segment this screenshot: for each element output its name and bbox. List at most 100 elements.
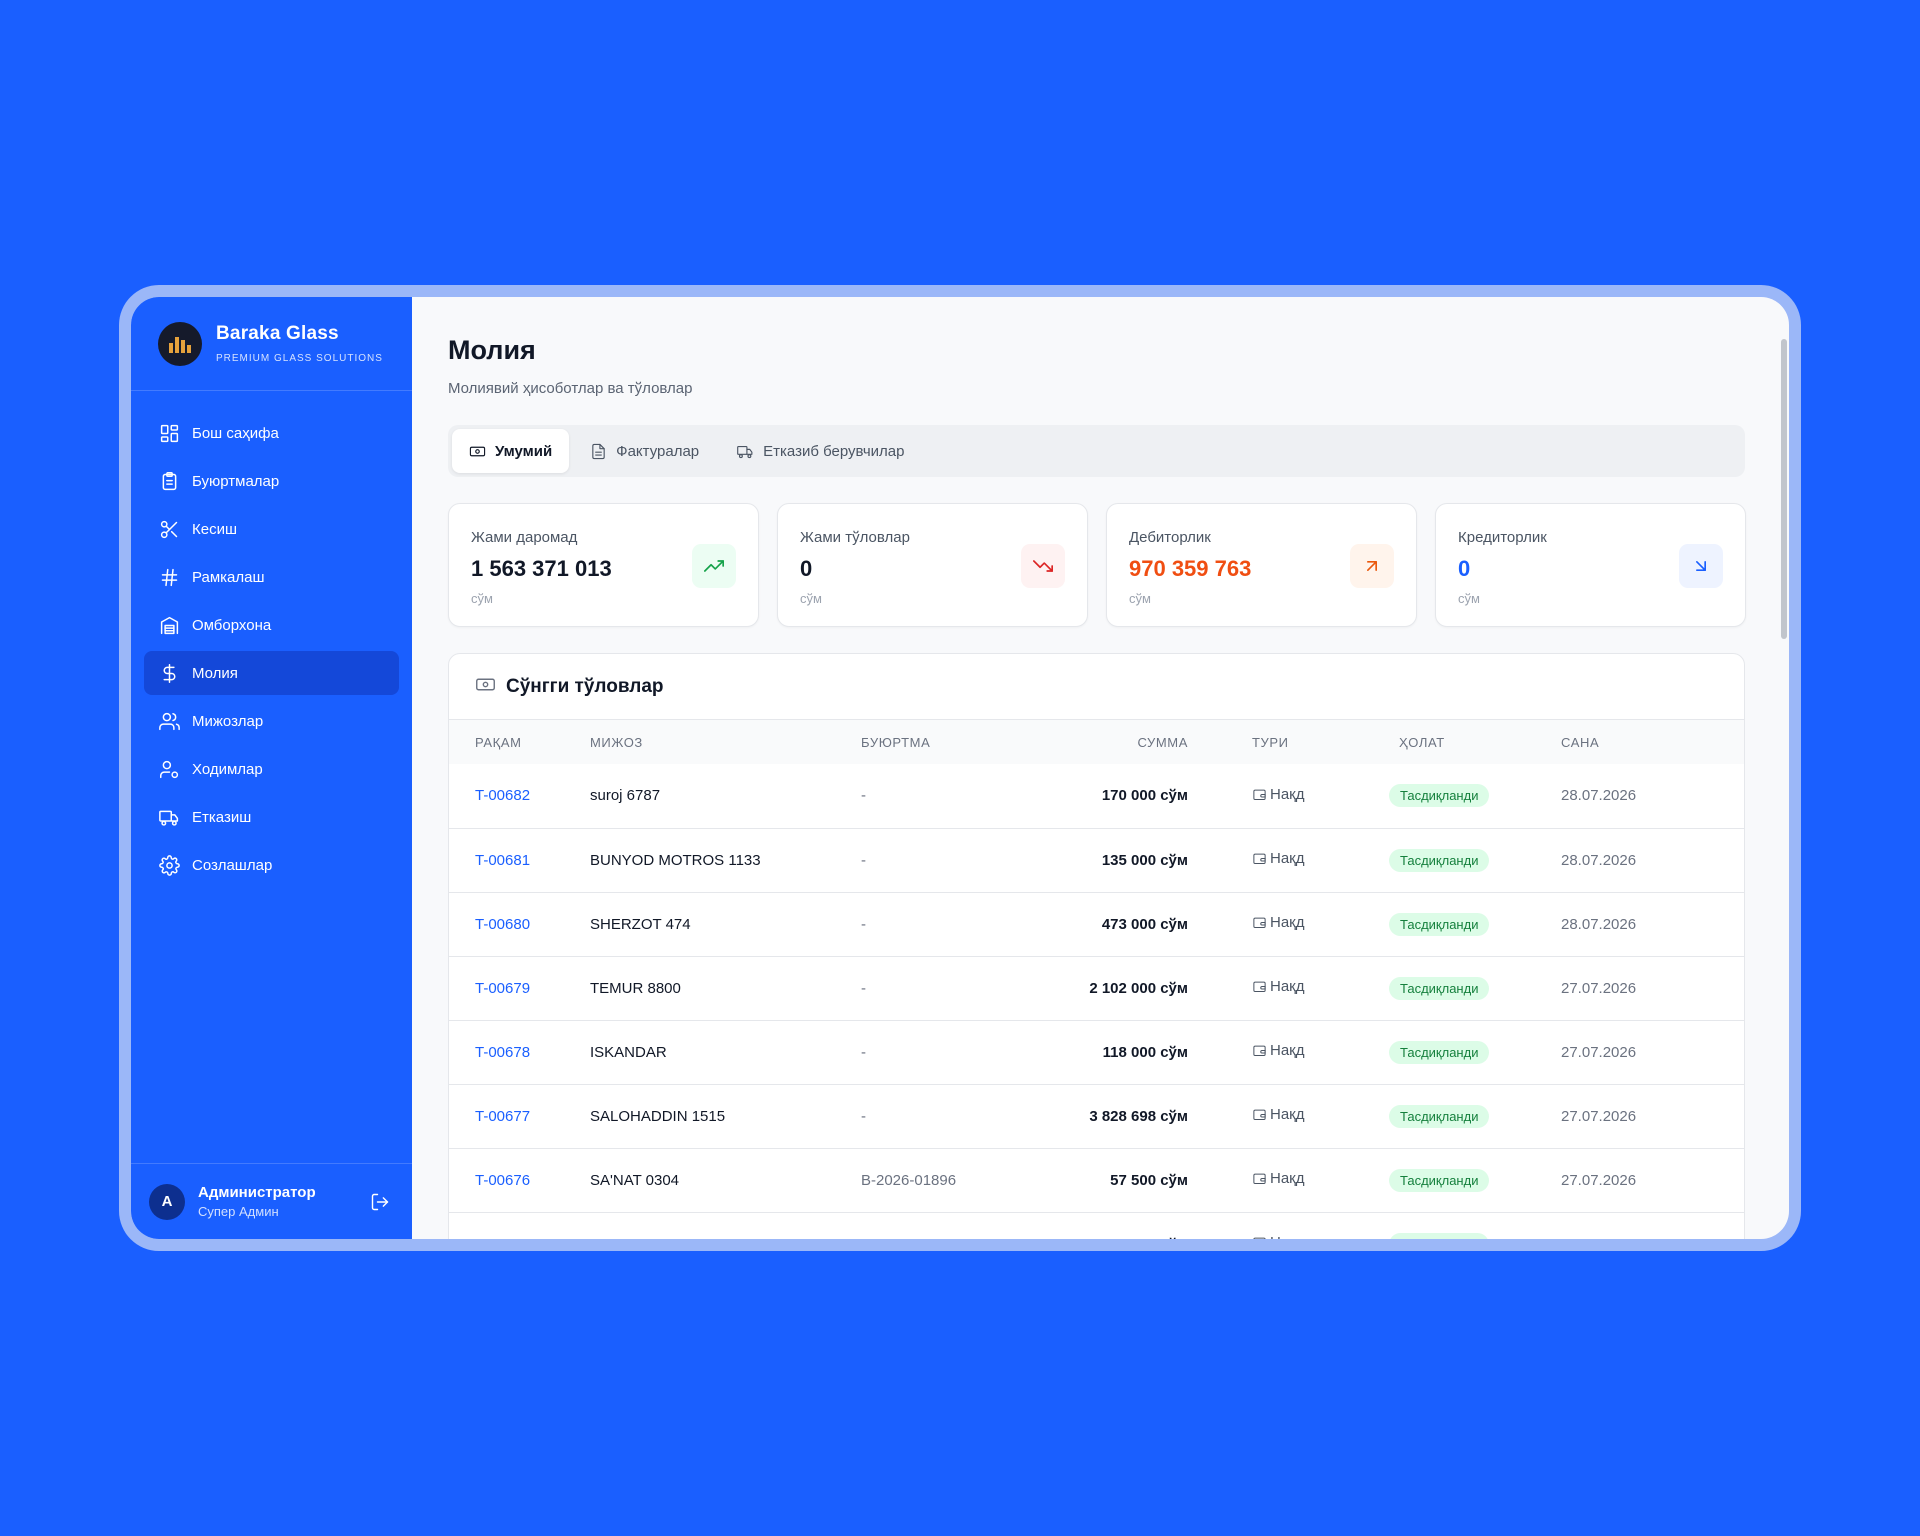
table-row[interactable]: T-00676 SA'NAT 0304 B-2026-01896 57 500 … <box>449 1148 1744 1213</box>
sidebar-item-9[interactable]: Созлашлар <box>144 843 399 887</box>
amount-cell: 473 000 сўм <box>1021 892 1188 957</box>
table-row[interactable]: T-00682 suroj 6787 - 170 000 сўм Нақд Та… <box>449 764 1744 829</box>
date-cell: 28.07.2026 <box>1561 764 1744 829</box>
sidebar-item-4[interactable]: Омборхона <box>144 603 399 647</box>
status-badge: Тасдиқланди <box>1389 848 1490 872</box>
tab-1[interactable]: Фактуралар <box>573 429 716 473</box>
client-cell: TEMUR 8800 <box>590 956 861 1021</box>
type-cell: Нақд <box>1270 1042 1305 1059</box>
type-cell: Нақд <box>1270 978 1305 995</box>
table-row[interactable]: T-00677 SALOHADDIN 1515 - 3 828 698 сўм … <box>449 1084 1744 1149</box>
sidebar-item-1[interactable]: Буюртмалар <box>144 459 399 503</box>
payment-number-link[interactable]: T-00681 <box>475 852 530 869</box>
column-header-client[interactable]: МИЖОЗ <box>590 720 861 764</box>
payment-number-link[interactable]: T-00676 <box>475 1172 530 1189</box>
tab-0[interactable]: Умумий <box>452 429 570 473</box>
table-row[interactable]: T-00680 SHERZOT 474 - 473 000 сўм Нақд Т… <box>449 892 1744 957</box>
status-badge: Тасдиқланди <box>1389 1040 1490 1064</box>
avatar[interactable]: A <box>149 1183 185 1220</box>
amount-cell: 57 500 сўм <box>1021 1148 1188 1213</box>
table-row[interactable]: T-00679 TEMUR 8800 - 2 102 000 сўм Нақд … <box>449 956 1744 1021</box>
stat-card: Жами даромад 1 563 371 013 сўм <box>448 503 759 627</box>
wallet-icon <box>1253 1173 1266 1184</box>
column-header-date[interactable]: САНА <box>1561 720 1744 764</box>
stat-card: Жами тўловлар 0 сўм <box>777 503 1088 627</box>
sidebar-item-label: Молия <box>192 664 238 682</box>
client-cell: ALISHER 6860 <box>590 1212 861 1239</box>
truck-icon <box>158 806 180 828</box>
sidebar-nav: Бош саҳифа Буюртмалар Кесиш Рамкалаш Омборхо… <box>131 391 412 1163</box>
document-icon <box>592 443 605 459</box>
sidebar-item-6[interactable]: Мижозлар <box>144 699 399 743</box>
client-cell: suroj 6787 <box>590 764 861 829</box>
payment-number-link[interactable]: T-00675 <box>475 1236 530 1240</box>
client-cell: SALOHADDIN 1515 <box>590 1084 861 1149</box>
sidebar-item-3[interactable]: Рамкалаш <box>144 555 399 599</box>
client-cell: SHERZOT 474 <box>590 892 861 957</box>
stat-unit: сўм <box>1129 591 1151 606</box>
column-header-number[interactable]: РАҚАМ <box>449 720 590 764</box>
sidebar-item-0[interactable]: Бош саҳифа <box>144 411 399 455</box>
stat-unit: сўм <box>800 591 822 606</box>
payments-table: РАҚАМ МИЖОЗ БУЮРТМА СУММА ТУРИ ҲОЛАТ САН… <box>449 720 1744 1239</box>
scrollbar[interactable] <box>1779 297 1789 1239</box>
tab-2[interactable]: Етказиб берувчилар <box>720 429 921 473</box>
hash-frame-icon <box>158 566 180 588</box>
sidebar-item-label: Кесиш <box>192 520 237 538</box>
main-content: Молия Молиявий ҳисоботлар ва тўловлар Ум… <box>412 297 1789 1239</box>
truck-icon <box>737 445 753 458</box>
column-header-type[interactable]: ТУРИ <box>1188 720 1381 764</box>
stats-row: Жами даромад 1 563 371 013 сўм Жами тўло… <box>448 503 1789 627</box>
dashboard-icon <box>158 422 180 444</box>
amount-cell: 170 000 сўм <box>1021 764 1188 829</box>
type-cell: Нақд <box>1270 850 1305 867</box>
client-cell: ISKANDAR <box>590 1020 861 1085</box>
stat-card: Кредиторлик 0 сўм <box>1435 503 1746 627</box>
column-header-status[interactable]: ҲОЛАТ <box>1381 720 1561 764</box>
arrow-down-right-icon <box>1679 544 1723 588</box>
page-subtitle: Молиявий ҳисоботлар ва тўловлар <box>448 380 693 397</box>
table-row[interactable]: T-00675 ALISHER 6860 - 4 000 000 сўм Нақ… <box>449 1212 1744 1239</box>
type-cell: Нақд <box>1270 785 1305 803</box>
status-badge: Тасдиқланди <box>1389 912 1490 936</box>
user-panel: A Администратор Супер Админ <box>131 1163 412 1239</box>
stat-unit: сўм <box>471 591 493 606</box>
logout-icon[interactable] <box>370 1192 390 1212</box>
payment-number-link[interactable]: T-00677 <box>475 1108 530 1125</box>
sidebar-item-7[interactable]: Ходимлар <box>144 747 399 791</box>
payment-number-link[interactable]: T-00680 <box>475 916 530 933</box>
sidebar-item-label: Етказиш <box>192 808 252 826</box>
wallet-icon <box>1253 789 1266 800</box>
sidebar-item-8[interactable]: Етказиш <box>144 795 399 839</box>
scrollbar-thumb[interactable] <box>1781 339 1787 639</box>
payment-number-link[interactable]: T-00679 <box>475 980 530 997</box>
amount-cell: 118 000 сўм <box>1021 1020 1188 1085</box>
sidebar-item-label: Мижозлар <box>192 712 264 730</box>
column-header-amount[interactable]: СУММА <box>1021 720 1188 764</box>
amount-cell: 4 000 000 сўм <box>1021 1212 1188 1239</box>
payment-number-link[interactable]: T-00682 <box>475 787 530 804</box>
brand: Baraka Glass PREMIUM GLASS SOLUTIONS <box>131 297 412 391</box>
dollar-icon <box>158 662 180 684</box>
amount-cell: 3 828 698 сўм <box>1021 1084 1188 1149</box>
table-row[interactable]: T-00681 BUNYOD MOTROS 1133 - 135 000 сўм… <box>449 828 1744 893</box>
order-cell: - <box>861 892 1021 957</box>
user-cog-icon <box>158 758 180 780</box>
scissors-icon <box>158 518 180 540</box>
amount-cell: 2 102 000 сўм <box>1021 956 1188 1021</box>
type-cell: Нақд <box>1270 1106 1305 1123</box>
date-cell: 27.07.2026 <box>1561 1020 1744 1085</box>
brand-name: Baraka Glass <box>216 323 339 344</box>
order-cell: - <box>861 1020 1021 1085</box>
order-cell: - <box>861 828 1021 893</box>
sidebar: Baraka Glass PREMIUM GLASS SOLUTIONS Бош… <box>131 297 412 1239</box>
table-row[interactable]: T-00678 ISKANDAR - 118 000 сўм Нақд Тасд… <box>449 1020 1744 1085</box>
status-badge: Тасдиқланди <box>1389 1168 1490 1192</box>
sidebar-item-5[interactable]: Молия <box>144 651 399 695</box>
column-header-order[interactable]: БУЮРТМА <box>861 720 1021 764</box>
tab-label: Етказиб берувчилар <box>763 442 905 460</box>
sidebar-item-2[interactable]: Кесиш <box>144 507 399 551</box>
payment-number-link[interactable]: T-00678 <box>475 1044 530 1061</box>
tab-label: Фактуралар <box>616 442 700 460</box>
tab-label: Умумий <box>495 442 553 460</box>
